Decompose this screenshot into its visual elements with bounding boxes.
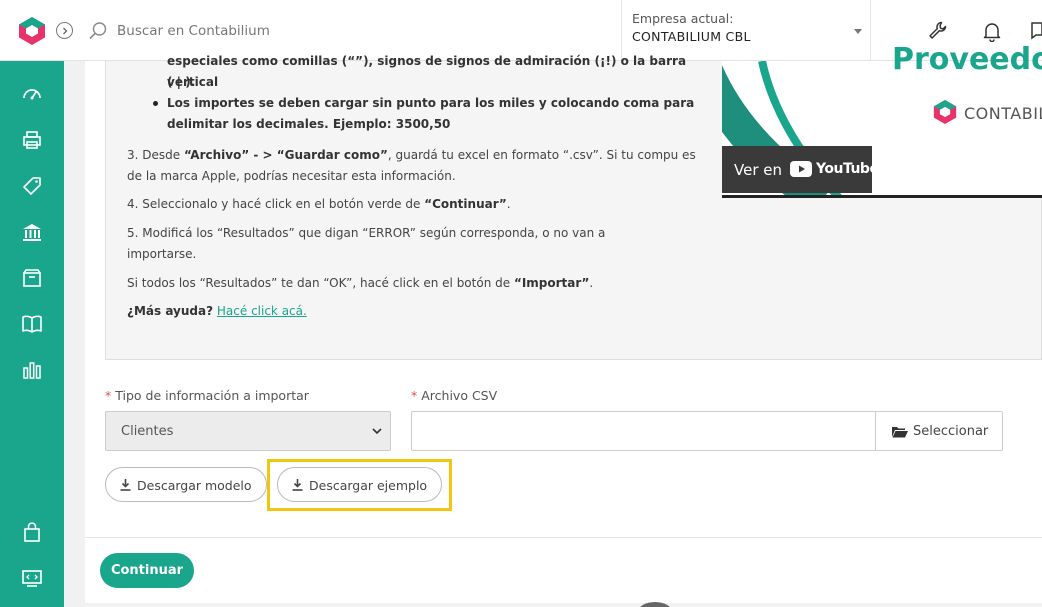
download-model-label: Descargar modelo — [137, 478, 252, 493]
ok-bold: “Importar” — [513, 276, 590, 290]
youtube-play-icon — [790, 161, 812, 177]
csv-file-input[interactable] — [411, 411, 876, 451]
chat-icon[interactable] — [1030, 20, 1042, 42]
tag-icon[interactable] — [21, 175, 43, 197]
video-brand-text: CONTABILIU — [964, 104, 1042, 123]
required-mark: * — [105, 388, 112, 403]
type-select-value: Clientes — [121, 424, 174, 439]
instruction-ok: Si todos los “Resultados” te dan “OK”, h… — [127, 273, 593, 294]
download-model-button[interactable]: Descargar modelo — [105, 467, 267, 502]
watch-on-label: Ver en — [734, 161, 782, 179]
help-link[interactable]: Hacé click acá. — [217, 304, 307, 318]
continue-button[interactable]: Continuar — [100, 553, 194, 588]
wrench-icon[interactable] — [927, 20, 949, 42]
ok-suffix: . — [589, 276, 594, 290]
instruction-step-5-line1: 5. Modificá los “Resultados” que digan “… — [127, 226, 606, 240]
highlight-box — [267, 459, 452, 511]
caret-down-icon — [854, 29, 862, 34]
step3-rest: , guardá tu excel en formato “.csv”. Si … — [387, 148, 696, 162]
search-input[interactable] — [117, 20, 417, 42]
required-mark: * — [411, 388, 418, 403]
contabilium-video-logo — [933, 100, 957, 124]
company-label: Empresa actual: — [632, 11, 734, 26]
select-file-button[interactable]: Seleccionar — [875, 411, 1003, 451]
help-question: ¿Más ayuda? — [127, 304, 214, 318]
step4-prefix: 4. Seleccionalo y hacé click en el botón… — [127, 197, 425, 211]
dashboard-icon[interactable] — [21, 83, 43, 105]
type-field-label: * Tipo de información a importar — [105, 388, 309, 403]
bag-icon[interactable] — [21, 521, 43, 543]
divider — [85, 537, 1042, 538]
instruction-bullet-2-line1: Los importes se deben cargar sin punto p… — [167, 96, 695, 110]
instruction-bullet-2-line2: delimitar los decimales. Ejemplo: 3500,5… — [167, 117, 451, 131]
contabilium-logo[interactable] — [18, 16, 46, 46]
step3-bold: “Archivo” - > “Guardar como” — [183, 148, 388, 162]
chevron-right-icon — [62, 27, 67, 34]
collapse-sidebar-button[interactable] — [56, 22, 73, 39]
sidebar — [0, 61, 64, 607]
type-label-text: Tipo de información a importar — [115, 388, 309, 403]
instruction-bullet-1-line2: ( | ). — [167, 75, 196, 89]
csv-label-text: Archivo CSV — [421, 388, 498, 403]
type-select[interactable]: Clientes — [105, 411, 391, 451]
step4-suffix: . — [506, 197, 511, 211]
folder-open-icon — [892, 427, 908, 438]
instruction-step-4: 4. Seleccionalo y hacé click en el botón… — [127, 194, 511, 215]
box-icon[interactable] — [21, 267, 43, 289]
instruction-step-3-line1: 3. Desde “Archivo” - > “Guardar como”, g… — [127, 145, 696, 166]
youtube-wordmark: YouTube — [816, 161, 879, 177]
code-icon[interactable] — [21, 567, 43, 589]
chart-icon[interactable] — [21, 359, 43, 381]
instruction-step-3-line2: de la marca Apple, podrías necesitar est… — [127, 169, 456, 183]
bullet-dot — [153, 101, 158, 106]
company-value: CONTABILIUM CBL — [632, 29, 751, 44]
step3-prefix: 3. Desde — [127, 148, 184, 162]
book-icon[interactable] — [21, 313, 43, 335]
ok-prefix: Si todos los “Resultados” te dan “OK”, h… — [127, 276, 514, 290]
help-line: ¿Más ayuda? Hacé click acá. — [127, 301, 307, 322]
bell-icon[interactable] — [981, 20, 1003, 42]
download-icon — [120, 479, 131, 491]
step4-bold: “Continuar” — [424, 197, 507, 211]
search-icon — [89, 22, 107, 40]
chevron-down-icon — [372, 428, 382, 435]
select-file-label: Seleccionar — [913, 424, 989, 439]
watch-on-youtube-button[interactable]: Ver en YouTube — [722, 146, 879, 193]
instruction-step-5-line2: importarse. — [127, 247, 197, 261]
csv-field-label: * Archivo CSV — [411, 388, 497, 403]
printer-icon[interactable] — [21, 129, 43, 151]
video-title: Proveedo — [892, 42, 1042, 77]
bank-icon[interactable] — [21, 221, 43, 243]
